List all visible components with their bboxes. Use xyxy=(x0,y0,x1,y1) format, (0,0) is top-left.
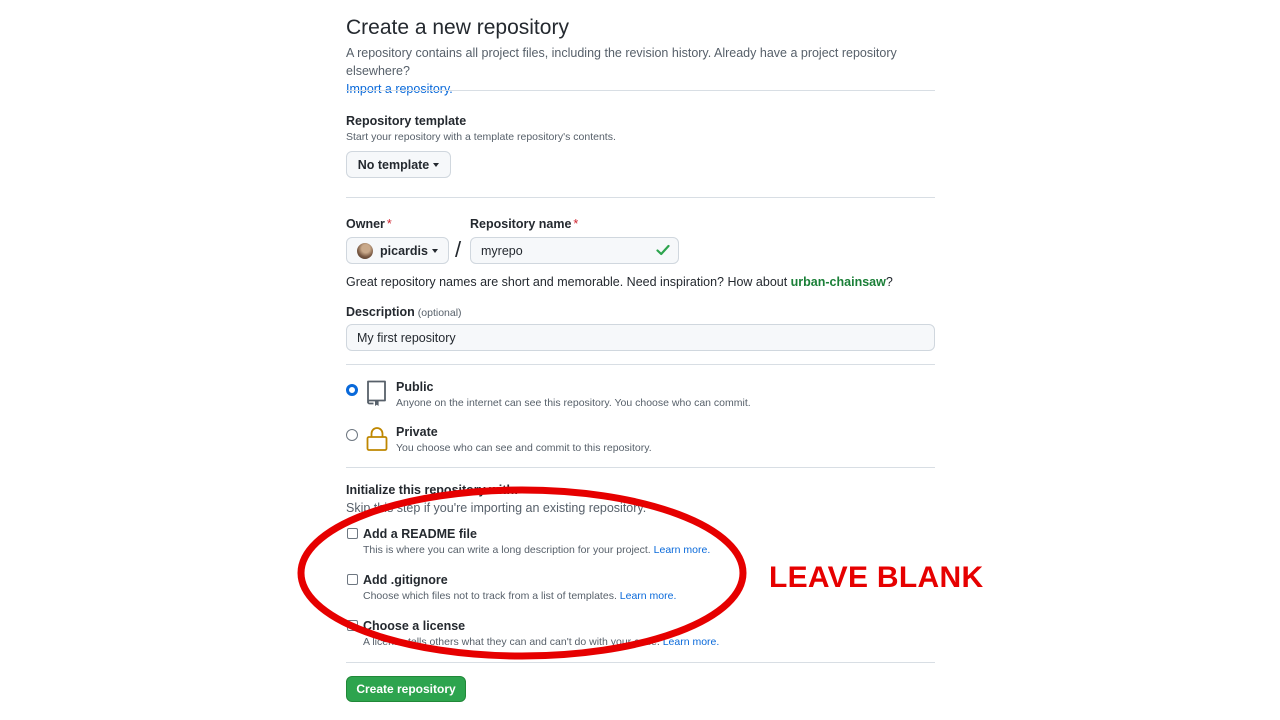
caret-down-icon xyxy=(433,162,440,167)
template-note: Start your repository with a template re… xyxy=(346,131,616,143)
repo-name-label-text: Repository name xyxy=(470,217,572,231)
template-button-label: No template xyxy=(357,157,430,172)
hint-suffix: ? xyxy=(885,275,893,289)
owner-dropdown-button[interactable]: picardis xyxy=(346,237,449,264)
divider xyxy=(346,197,935,198)
public-description: Anyone on the internet can see this repo… xyxy=(396,397,751,409)
required-mark: * xyxy=(573,217,579,231)
owner-label-text: Owner xyxy=(346,217,385,231)
leave-blank-annotation: LEAVE BLANK xyxy=(769,561,984,594)
caret-down-icon xyxy=(431,248,438,253)
import-repository-link[interactable]: Import a repository. xyxy=(346,82,453,96)
repository-name-hint: Great repository names are short and mem… xyxy=(346,275,893,289)
repo-icon xyxy=(367,380,386,406)
check-icon xyxy=(656,244,670,256)
private-radio[interactable] xyxy=(346,429,358,441)
owner-label: Owner * xyxy=(346,217,392,231)
hint-text: Great repository names are short and mem… xyxy=(346,275,791,289)
divider xyxy=(346,467,935,468)
private-title: Private xyxy=(396,425,438,439)
divider xyxy=(346,662,935,663)
divider xyxy=(346,364,935,365)
divider xyxy=(346,90,935,91)
description-input[interactable]: My first repository xyxy=(346,324,935,351)
subtitle-text: A repository contains all project files,… xyxy=(346,46,897,78)
annotation-ellipse xyxy=(297,486,747,660)
repo-name-label: Repository name * xyxy=(470,217,578,231)
optional-label: (optional) xyxy=(417,307,462,319)
public-radio[interactable] xyxy=(346,384,358,396)
template-dropdown-button[interactable]: No template xyxy=(346,151,451,178)
public-title: Public xyxy=(396,380,434,394)
description-value: My first repository xyxy=(357,330,456,345)
required-mark: * xyxy=(386,217,392,231)
description-label: Description (optional) xyxy=(346,305,462,319)
repository-name-input[interactable]: myrepo xyxy=(470,237,679,264)
lock-icon xyxy=(366,427,388,451)
name-suggestion[interactable]: urban-chainsaw xyxy=(791,275,886,289)
owner-value: picardis xyxy=(380,243,428,258)
avatar xyxy=(357,242,374,259)
template-label: Repository template xyxy=(346,114,467,128)
owner-repo-separator: / xyxy=(455,237,462,262)
description-label-text: Description xyxy=(346,305,415,319)
create-repository-button[interactable]: Create repository xyxy=(346,676,466,702)
private-description: You choose who can see and commit to thi… xyxy=(396,442,652,454)
repository-name-value: myrepo xyxy=(481,243,523,258)
page-title: Create a new repository xyxy=(346,16,569,39)
